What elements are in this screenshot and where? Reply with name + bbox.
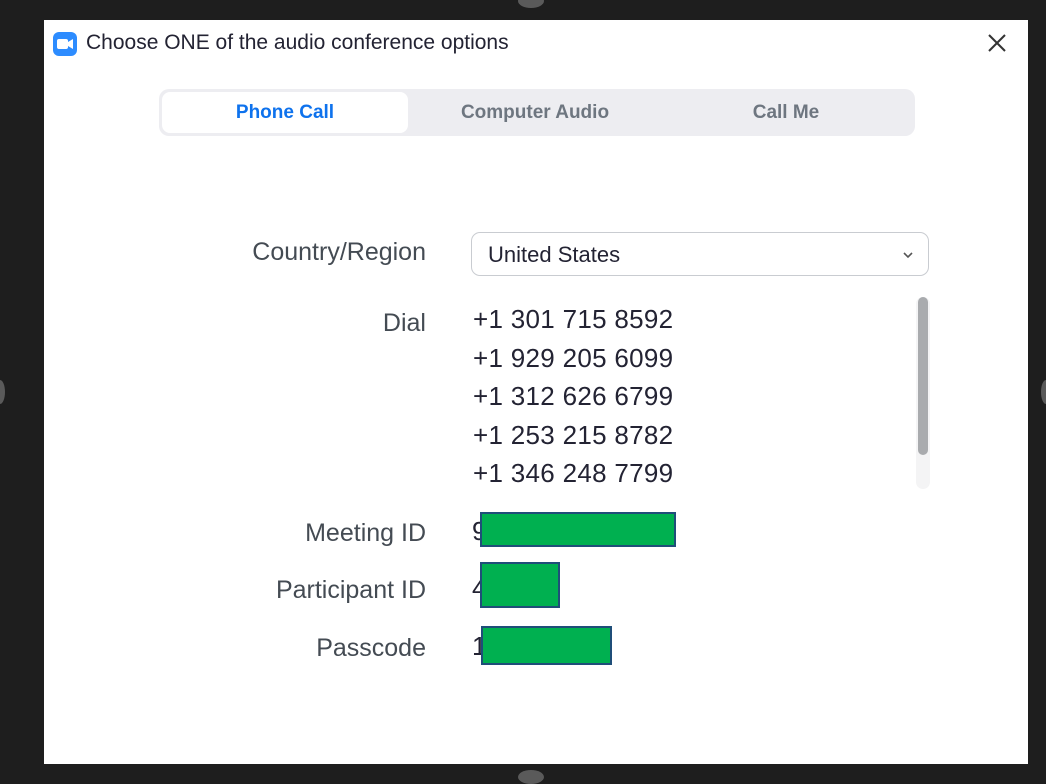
redaction-box <box>481 626 612 665</box>
participant-id-label: Participant ID <box>275 576 426 604</box>
audio-options-dialog: Choose ONE of the audio conference optio… <box>44 20 1028 764</box>
chevron-down-icon <box>902 247 914 265</box>
dialog-title: Choose ONE of the audio conference optio… <box>86 31 509 54</box>
meeting-id-label: Meeting ID <box>305 519 426 547</box>
dial-list-scrollbar[interactable] <box>916 297 930 489</box>
tab-call-me[interactable]: Call Me <box>659 92 913 133</box>
frame-notch <box>518 0 544 8</box>
dial-number: +1 929 205 6099 <box>473 342 674 373</box>
dial-number: +1 312 626 6799 <box>473 381 674 411</box>
title-bar: Choose ONE of the audio conference optio… <box>44 20 1028 68</box>
dial-label: Dial <box>382 309 426 337</box>
country-region-value: United States <box>488 242 621 267</box>
dial-number: +1 253 215 8782 <box>473 419 674 450</box>
tab-phone-call[interactable]: Phone Call <box>162 92 408 133</box>
tab-computer-audio[interactable]: Computer Audio <box>411 92 659 133</box>
audio-option-tabs: Phone Call Computer Audio Call Me <box>159 89 915 136</box>
close-icon[interactable] <box>984 30 1010 56</box>
country-region-select[interactable]: United States <box>471 232 929 276</box>
dial-number: +1 346 248 7799 <box>473 458 674 488</box>
frame-notch <box>1041 380 1046 404</box>
redaction-box <box>480 562 560 608</box>
dial-number-list: +1 301 715 8592 +1 929 205 6099 +1 312 6… <box>473 300 913 496</box>
country-region-label: Country/Region <box>252 238 426 266</box>
frame-notch <box>518 770 544 784</box>
frame-notch <box>0 380 5 404</box>
scrollbar-thumb[interactable] <box>918 297 928 455</box>
passcode-label: Passcode <box>316 634 426 662</box>
redaction-box <box>480 512 676 547</box>
dial-number: +1 301 715 8592 <box>473 304 674 334</box>
zoom-camera-icon <box>53 32 77 56</box>
